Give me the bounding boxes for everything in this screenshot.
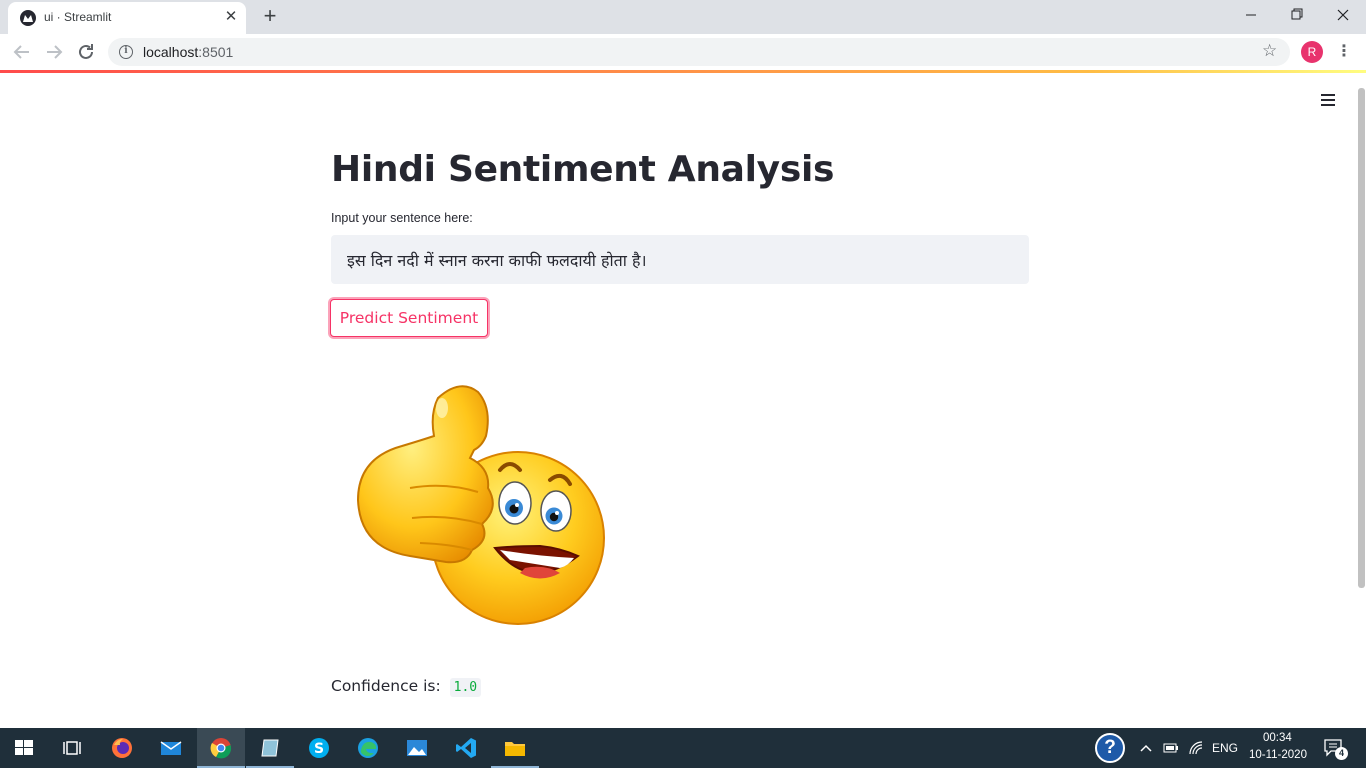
chrome-taskbar-button[interactable]: [197, 728, 245, 768]
help-icon[interactable]: ?: [1095, 733, 1125, 763]
vscode-taskbar-button[interactable]: [442, 728, 490, 768]
chrome-icon: [210, 738, 232, 759]
edge-icon: [358, 738, 378, 758]
windows-start-icon: [15, 740, 33, 755]
photos-icon: [407, 740, 427, 756]
new-tab-button[interactable]: +: [258, 5, 282, 29]
wifi-icon[interactable]: [1188, 740, 1204, 756]
streamlit-favicon-icon: [20, 10, 36, 26]
url-text: localhost:8501: [143, 44, 233, 60]
url-host: localhost: [143, 44, 199, 60]
app-taskbar-button[interactable]: [246, 728, 294, 768]
browser-tab[interactable]: ui · Streamlit ✕: [8, 2, 246, 34]
clock-time[interactable]: 00:34: [1263, 732, 1292, 744]
start-button[interactable]: [0, 728, 48, 768]
mail-taskbar-button[interactable]: [147, 728, 195, 768]
thumbs-up-emoji-icon: [356, 385, 605, 625]
browser-toolbar: i localhost:8501 ☆ R ⋮: [0, 34, 1366, 70]
hamburger-menu-icon[interactable]: [1321, 94, 1337, 108]
browser-menu-icon[interactable]: ⋮: [1334, 40, 1354, 64]
clock-date[interactable]: 10-11-2020: [1249, 749, 1307, 761]
page-title: Hindi Sentiment Analysis: [331, 149, 835, 190]
svg-text:S: S: [314, 741, 324, 757]
minimize-button[interactable]: [1228, 0, 1274, 30]
tab-close-icon[interactable]: ✕: [222, 8, 240, 26]
app-window-icon: [261, 739, 279, 757]
tray-chevron-up-icon[interactable]: [1139, 742, 1153, 754]
task-view-icon: [63, 741, 81, 755]
confidence-value: 1.0: [449, 678, 482, 697]
vscode-icon: [456, 738, 476, 758]
close-window-button[interactable]: [1320, 0, 1366, 30]
app-viewport: Hindi Sentiment Analysis Input your sent…: [0, 73, 1366, 728]
photos-taskbar-button[interactable]: [393, 728, 441, 768]
language-indicator[interactable]: ENG: [1212, 741, 1238, 755]
firefox-taskbar-button[interactable]: [98, 728, 146, 768]
file-explorer-taskbar-button[interactable]: [491, 728, 539, 768]
windows-taskbar: S ? ENG 00:34 10-11-2020 4: [0, 728, 1366, 768]
firefox-icon: [112, 738, 132, 758]
predict-sentiment-button[interactable]: Predict Sentiment: [330, 299, 488, 337]
task-view-button[interactable]: [48, 728, 96, 768]
notification-count-badge: 4: [1335, 747, 1348, 760]
edge-taskbar-button[interactable]: [344, 728, 392, 768]
confidence-label: Confidence is:: [331, 677, 441, 695]
sentence-input[interactable]: [331, 235, 1029, 284]
back-arrow-icon[interactable]: [9, 39, 35, 65]
mail-icon: [160, 741, 182, 755]
input-label: Input your sentence here:: [331, 211, 473, 225]
folder-icon: [505, 742, 525, 756]
restore-button[interactable]: [1274, 0, 1320, 30]
profile-avatar[interactable]: R: [1301, 41, 1323, 63]
reload-icon[interactable]: [73, 39, 99, 65]
confidence-row: Confidence is: 1.0: [331, 677, 482, 697]
skype-icon: S: [309, 738, 329, 758]
skype-taskbar-button[interactable]: S: [295, 728, 343, 768]
browser-tab-strip: ui · Streamlit ✕ +: [0, 0, 1366, 34]
page-scrollbar[interactable]: [1358, 88, 1365, 588]
action-center-button[interactable]: 4: [1324, 739, 1348, 760]
bookmark-star-icon[interactable]: ☆: [1262, 41, 1277, 61]
url-port: :8501: [198, 44, 234, 60]
site-info-icon[interactable]: i: [119, 45, 133, 59]
tab-title: ui · Streamlit: [44, 10, 112, 24]
forward-arrow-icon[interactable]: [41, 39, 67, 65]
battery-icon[interactable]: [1163, 742, 1179, 754]
address-bar[interactable]: i localhost:8501 ☆: [108, 38, 1290, 66]
